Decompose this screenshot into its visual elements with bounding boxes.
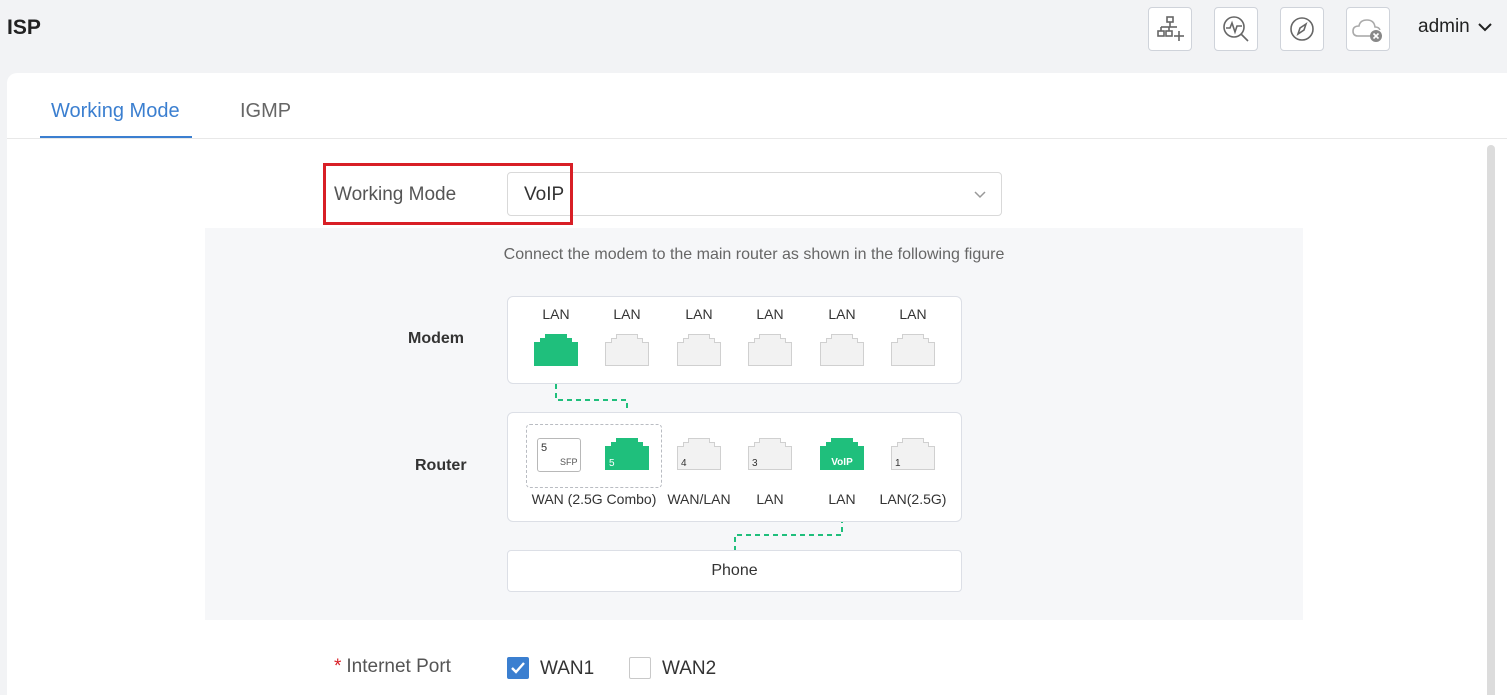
router-port-number: 4 (681, 458, 687, 469)
modem-box: LAN LAN LAN LAN LAN LAN (507, 296, 962, 384)
phone-box: Phone (507, 550, 962, 592)
router-port-label: LAN(2.5G) (879, 491, 947, 507)
wan2-label[interactable]: WAN2 (662, 658, 716, 680)
modem-port-label: LAN (685, 306, 713, 322)
connection-diagram: Connect the modem to the main router as … (205, 228, 1303, 620)
modem-port-label: LAN (828, 306, 856, 322)
cloud-status-button[interactable] (1346, 7, 1390, 51)
router-port-number: 3 (752, 458, 758, 469)
tab-igmp[interactable]: IGMP (240, 100, 291, 123)
wan1-checkbox[interactable] (507, 657, 529, 679)
cloud-offline-icon (1352, 19, 1382, 42)
user-menu[interactable]: admin (1418, 16, 1492, 38)
wan2-checkbox[interactable] (629, 657, 651, 679)
chevron-down-icon (974, 191, 986, 199)
modem-port-label: LAN (542, 306, 570, 322)
router-port-number: 5 (609, 458, 615, 469)
ethernet-port-icon (748, 334, 792, 366)
modem-port-label: LAN (613, 306, 641, 322)
page-title: ISP (7, 16, 41, 39)
tab-bar: Working Mode IGMP (7, 73, 1507, 139)
router-label: Router (415, 457, 467, 474)
working-mode-select[interactable]: VoIP (507, 172, 1002, 216)
diagnostics-icon (1223, 16, 1249, 42)
internet-port-label: * Internet Port (334, 656, 451, 677)
topology-button[interactable] (1148, 7, 1192, 51)
ethernet-port-icon (605, 334, 649, 366)
modem-label: Modem (408, 330, 464, 347)
router-port-label: LAN (828, 491, 856, 507)
compass-button[interactable] (1280, 7, 1324, 51)
modem-port-label: LAN (756, 306, 784, 322)
diagnostics-button[interactable] (1214, 7, 1258, 51)
sfp-port-number: 5 (541, 442, 548, 454)
wan1-label[interactable]: WAN1 (540, 658, 594, 680)
sfp-port-icon: 5 SFP (537, 438, 581, 472)
voip-port-tag: VoIP (831, 457, 853, 468)
router-box: 5 SFP 5 4 3 VoIP 1 WAN (2.5G Combo) WAN/… (507, 412, 962, 522)
router-port-label: LAN (756, 491, 784, 507)
scrollbar[interactable] (1487, 145, 1495, 695)
ethernet-port-icon (677, 334, 721, 366)
compass-icon (1290, 17, 1314, 41)
sfp-text: SFP (560, 457, 578, 467)
chevron-down-icon (1478, 23, 1492, 32)
ethernet-port-icon (891, 334, 935, 366)
active-tab-indicator (40, 136, 192, 138)
required-marker: * (334, 656, 342, 677)
topology-icon (1157, 16, 1184, 41)
router-port-number: 1 (895, 458, 901, 469)
router-port-label: WAN (2.5G Combo) (531, 491, 657, 507)
check-icon (511, 662, 525, 674)
router-port-label: WAN/LAN (667, 491, 731, 507)
ethernet-port-icon (820, 334, 864, 366)
top-bar: ISP admin (0, 0, 1507, 62)
user-name: admin (1418, 16, 1470, 37)
modem-port-label: LAN (899, 306, 927, 322)
highlight-box (323, 163, 573, 225)
tab-working-mode[interactable]: Working Mode (51, 100, 180, 123)
ethernet-port-icon (534, 334, 578, 366)
main-card: Working Mode IGMP Working Mode VoIP Conn… (7, 73, 1507, 695)
